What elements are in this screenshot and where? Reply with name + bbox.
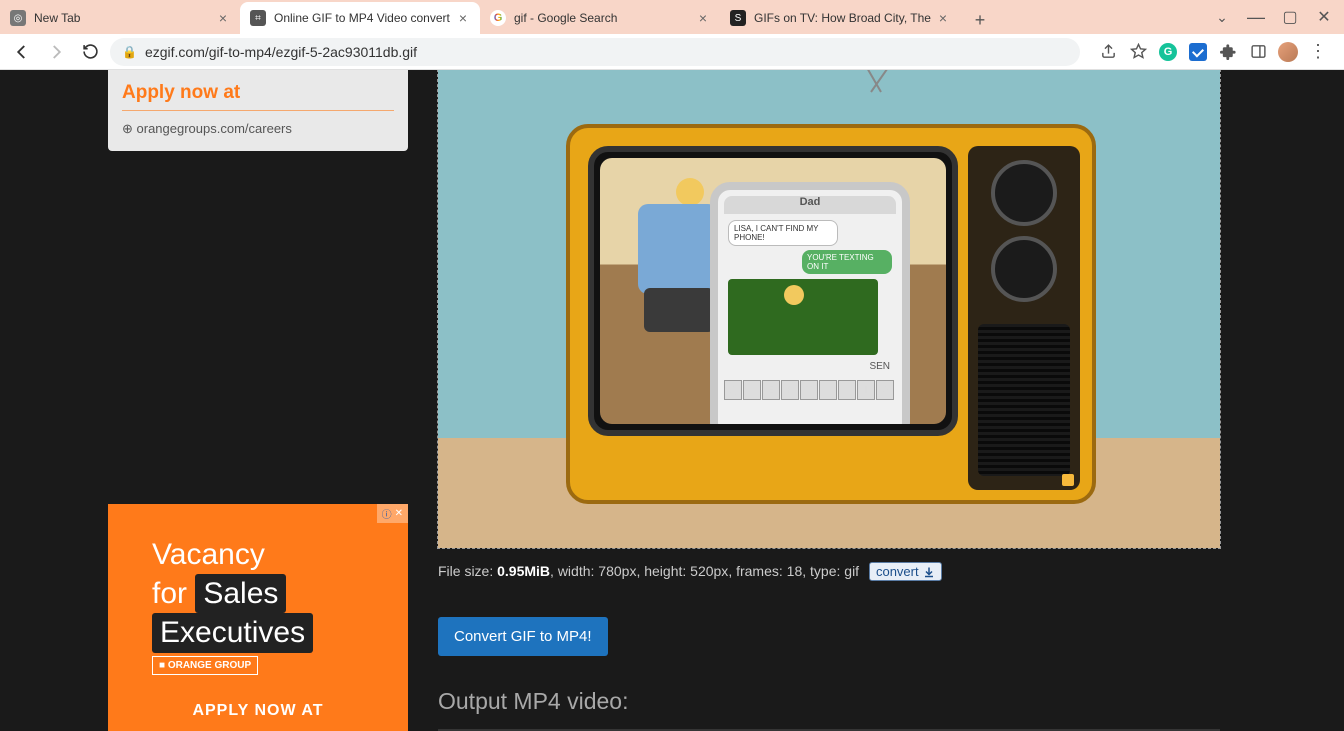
- bookmark-icon[interactable]: [1124, 38, 1152, 66]
- close-window-button[interactable]: ✕: [1310, 4, 1338, 30]
- ad-cta: APPLY NOW AT: [108, 702, 408, 720]
- chrome-icon: ◎: [10, 10, 26, 26]
- maximize-button[interactable]: ▢: [1276, 4, 1304, 30]
- main-content: Dad LISA, I CAN'T FIND MY PHONE! YOU'RE …: [438, 70, 1220, 731]
- ad-banner-top[interactable]: Apply now at ⊕ orangegroups.com/careers: [108, 70, 408, 151]
- sidebar: Apply now at ⊕ orangegroups.com/careers: [108, 70, 408, 151]
- tab-label: GIFs on TV: How Broad City, The: [754, 11, 932, 25]
- tab-label: Online GIF to MP4 Video convert: [274, 11, 452, 25]
- google-icon: G: [490, 10, 506, 26]
- tab-article[interactable]: S GIFs on TV: How Broad City, The ×: [720, 2, 960, 34]
- site-icon: S: [730, 10, 746, 26]
- tab-label: gif - Google Search: [514, 11, 692, 25]
- phone-illustration: Dad LISA, I CAN'T FIND MY PHONE! YOU'RE …: [710, 182, 910, 424]
- convert-link[interactable]: convert: [869, 562, 942, 581]
- ezgif-icon: ⌗: [250, 10, 266, 26]
- lock-icon: 🔒: [122, 45, 137, 59]
- url-text: ezgif.com/gif-to-mp4/ezgif-5-2ac93011db.…: [145, 44, 417, 60]
- new-tab-button[interactable]: +: [966, 6, 994, 34]
- tab-bar: ◎ New Tab × ⌗ Online GIF to MP4 Video co…: [0, 0, 1344, 34]
- grammarly-icon[interactable]: G: [1154, 38, 1182, 66]
- extension-icon[interactable]: [1184, 38, 1212, 66]
- tab-label: New Tab: [34, 11, 212, 25]
- tabsearch-icon[interactable]: ⌄: [1208, 4, 1236, 30]
- close-icon[interactable]: ×: [696, 11, 710, 25]
- gif-preview: Dad LISA, I CAN'T FIND MY PHONE! YOU'RE …: [438, 70, 1220, 548]
- ad-banner-bottom[interactable]: ⓘ ✕ Vacancy for Sales Executives ■ ORANG…: [108, 504, 408, 731]
- output-heading: Output MP4 video:: [438, 688, 1220, 715]
- ad-domain: ⊕ orangegroups.com/careers: [122, 121, 394, 137]
- forward-button[interactable]: [42, 38, 70, 66]
- reload-button[interactable]: [76, 38, 104, 66]
- window-controls: ⌄ — ▢ ✕: [1208, 4, 1338, 30]
- ad-close[interactable]: ⓘ ✕: [377, 504, 408, 523]
- ad-headline: Apply now at: [122, 82, 394, 104]
- tab-new[interactable]: ◎ New Tab ×: [0, 2, 240, 34]
- tab-ezgif[interactable]: ⌗ Online GIF to MP4 Video convert ×: [240, 2, 480, 34]
- share-icon[interactable]: [1094, 38, 1122, 66]
- menu-icon[interactable]: ⋮: [1304, 38, 1332, 66]
- tv-illustration: Dad LISA, I CAN'T FIND MY PHONE! YOU'RE …: [566, 124, 1096, 504]
- file-meta: File size: 0.95MiB, width: 780px, height…: [438, 562, 1220, 581]
- address-bar[interactable]: 🔒 ezgif.com/gif-to-mp4/ezgif-5-2ac93011d…: [110, 38, 1080, 66]
- toolbar: 🔒 ezgif.com/gif-to-mp4/ezgif-5-2ac93011d…: [0, 34, 1344, 70]
- close-icon[interactable]: ×: [456, 11, 470, 25]
- minimize-button[interactable]: —: [1242, 4, 1270, 30]
- close-icon[interactable]: ×: [936, 11, 950, 25]
- sidepanel-icon[interactable]: [1244, 38, 1272, 66]
- ad-logo: ■ ORANGE GROUP: [152, 656, 258, 675]
- back-button[interactable]: [8, 38, 36, 66]
- close-icon[interactable]: ×: [216, 11, 230, 25]
- convert-button[interactable]: Convert GIF to MP4!: [438, 617, 608, 656]
- page-viewport: Apply now at ⊕ orangegroups.com/careers …: [0, 70, 1344, 731]
- ad-text: Vacancy for Sales Executives: [152, 536, 313, 653]
- extensions-icon[interactable]: [1214, 38, 1242, 66]
- profile-avatar[interactable]: [1274, 38, 1302, 66]
- tab-google[interactable]: G gif - Google Search ×: [480, 2, 720, 34]
